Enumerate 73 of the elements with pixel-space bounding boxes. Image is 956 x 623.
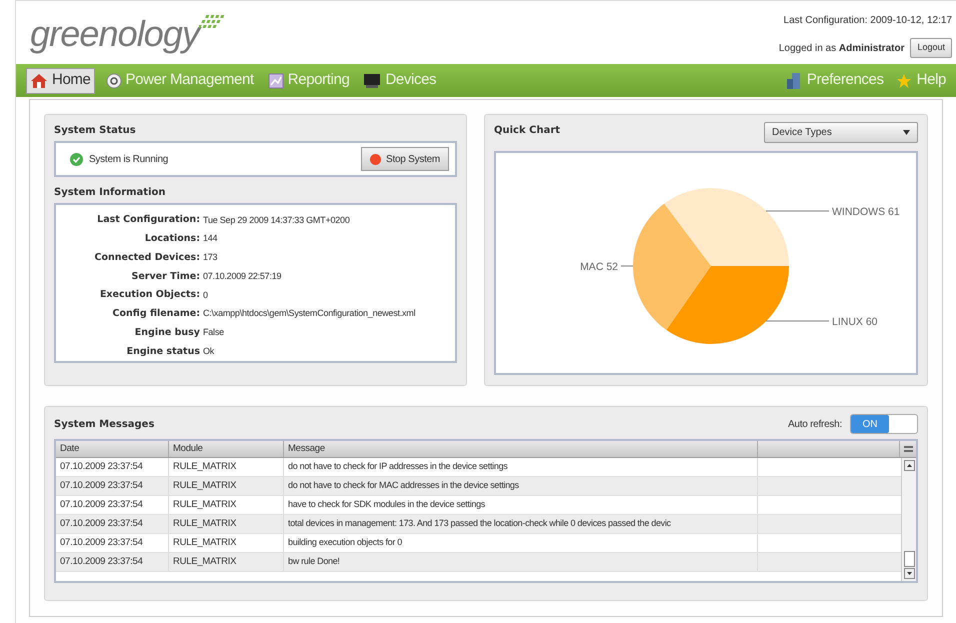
- device-types-dropdown[interactable]: Device Types: [764, 122, 918, 143]
- table-cell: 07.10.2009 23:37:54: [56, 553, 169, 571]
- table-cell: 07.10.2009 23:37:54: [56, 496, 169, 514]
- table-cell: 07.10.2009 23:37:54: [56, 515, 169, 533]
- last-configuration-text: Last Configuration: 2009-10-12, 12:17: [784, 14, 952, 28]
- table-cell: RULE_MATRIX: [169, 515, 284, 533]
- info-label: Engine busy: [134, 326, 200, 340]
- table-cell: building execution objects for 0: [284, 534, 758, 552]
- info-value: 0: [203, 288, 208, 302]
- info-label: Engine status: [126, 344, 200, 358]
- info-value: Ok: [203, 344, 214, 358]
- slice-label: LINUX 60: [832, 316, 878, 328]
- scroll-up-icon[interactable]: [904, 460, 914, 471]
- table-cell: 07.10.2009 23:37:54: [56, 534, 169, 552]
- table-cell: 07.10.2009 23:37:54: [56, 458, 169, 476]
- info-label: Locations:: [144, 232, 200, 246]
- table-cell: bw rule Done!: [284, 553, 758, 571]
- status-text: System is Running: [89, 152, 168, 166]
- table-row[interactable]: 07.10.2009 23:37:54 RULE_MATRIX do not have to check for MAC addresses in the device settings: [56, 477, 901, 496]
- slice-label: MAC 52: [580, 261, 618, 273]
- table-cell: 07.10.2009 23:37:54: [56, 477, 169, 495]
- stop-icon: [370, 154, 382, 164]
- table-row[interactable]: 07.10.2009 23:37:54 RULE_MATRIX building execution objects for 0: [56, 534, 901, 553]
- panel-title: System Status: [54, 124, 137, 138]
- table-row[interactable]: 07.10.2009 23:37:54 RULE_MATRIX have to check for SDK modules in the device settings: [56, 496, 901, 515]
- info-label: Config filename:: [112, 307, 200, 321]
- table-cell: RULE_MATRIX: [169, 553, 284, 571]
- column-header[interactable]: Module: [169, 441, 284, 457]
- info-value: 144: [203, 232, 218, 246]
- scrollbar-thumb[interactable]: [904, 551, 914, 567]
- logout-button[interactable]: Logout: [910, 38, 952, 58]
- info-value: C:\xampp\htdocs\gem\SystemConfiguration_newest.xml: [203, 307, 416, 320]
- panel-title: System Information: [54, 186, 166, 200]
- table-row[interactable]: 07.10.2009 23:37:54 RULE_MATRIX total devices in management: 173. And 173 passed the location-check while 0 devices passed the devic: [56, 515, 901, 534]
- scrollbar[interactable]: [901, 458, 916, 581]
- info-label: Last Configuration:: [96, 213, 200, 228]
- panel-title: System Messages: [54, 418, 154, 432]
- table-cell: RULE_MATRIX: [169, 496, 284, 514]
- info-label: Connected Devices:: [94, 250, 200, 265]
- leader-line: [766, 210, 830, 212]
- preferences-icon: [786, 72, 802, 90]
- info-value: 173: [203, 251, 218, 264]
- info-label: Execution Objects:: [98, 288, 200, 302]
- report-icon: [268, 72, 284, 88]
- table-cell: RULE_MATRIX: [169, 458, 284, 476]
- logged-in-text: Logged in as Administrator: [778, 42, 904, 56]
- panel-title: Quick Chart: [494, 124, 560, 138]
- info-value: False: [203, 326, 224, 340]
- caret-icon: [903, 130, 910, 135]
- info-label: Server Time:: [130, 270, 200, 284]
- table-row[interactable]: 07.10.2009 23:37:54 RULE_MATRIX bw rule Done!: [56, 553, 901, 572]
- auto-refresh-label: Auto refresh:: [788, 418, 842, 432]
- nav-tab[interactable]: Home: [26, 68, 95, 94]
- house-icon: [30, 72, 48, 88]
- logo-text: greenology: [30, 15, 200, 53]
- column-header[interactable]: Date: [56, 441, 169, 457]
- slice-label: WINDOWS 61: [832, 206, 900, 218]
- leader-line: [766, 320, 830, 322]
- table-cell: total devices in management: 173. And 173 passed the location-check while 0 devices passed the devic: [284, 515, 758, 533]
- column-header[interactable]: Message: [284, 441, 758, 457]
- scroll-down-icon[interactable]: [904, 568, 914, 579]
- star-icon: [896, 72, 912, 88]
- stop-system-button[interactable]: Stop System: [361, 147, 449, 171]
- table-row[interactable]: 07.10.2009 23:37:54 RULE_MATRIX do not have to check for IP addresses in the device settings: [56, 458, 901, 477]
- table-cell: RULE_MATRIX: [169, 477, 284, 495]
- power-icon: [106, 72, 122, 88]
- table-cell: RULE_MATRIX: [169, 534, 284, 552]
- table-cell: do not have to check for IP addresses in the device settings: [284, 458, 758, 476]
- info-value: 07.10.2009 22:57:19: [203, 270, 282, 283]
- monitor-icon: [363, 72, 382, 88]
- info-value: Tue Sep 29 2009 14:37:33 GMT+0200: [203, 214, 350, 227]
- table-cell: have to check for SDK modules in the device settings: [284, 496, 758, 514]
- table-cell: do not have to check for MAC addresses in the device settings: [284, 477, 758, 495]
